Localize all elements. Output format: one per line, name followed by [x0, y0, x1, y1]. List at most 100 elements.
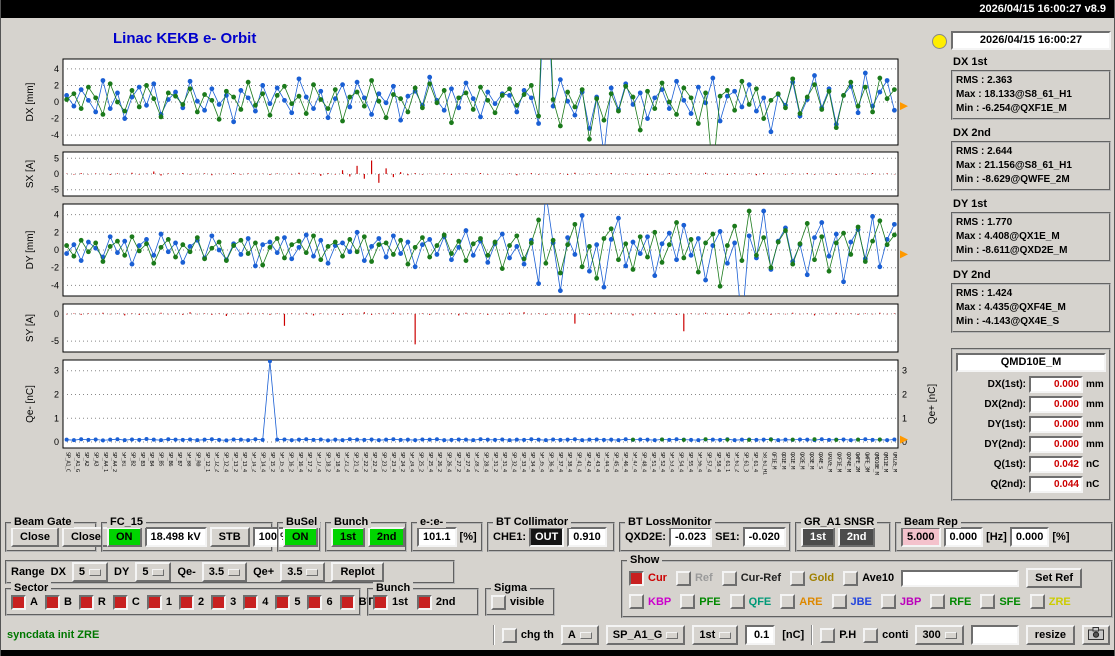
bpm-select[interactable]: SP_A1_G — [606, 625, 686, 645]
checkbox-jbe[interactable]: JBE — [832, 594, 872, 609]
monitor-panel: QMD10E_M DX(1st):0.000mm DX(2nd):0.000mm… — [951, 348, 1111, 501]
interval-select[interactable]: 300 — [915, 625, 963, 645]
busel-on-button[interactable]: ON — [283, 527, 318, 547]
timestamp-display: 2026/04/15 16:00:27 — [951, 31, 1111, 50]
checkbox-qfe[interactable]: QFE — [730, 594, 772, 609]
fc15-on-button[interactable]: ON — [107, 527, 142, 547]
checkbox-cur[interactable]: Cur — [629, 571, 667, 586]
svg-text:0: 0 — [54, 437, 59, 447]
replot-button[interactable]: Replot — [331, 562, 383, 582]
bpm-label: SP_61_2 — [733, 452, 739, 510]
checkbox-c[interactable]: C — [113, 595, 140, 610]
select-value: SP_A1_G — [613, 629, 663, 641]
checkbox-p-h[interactable]: P.H — [820, 628, 856, 643]
bpm-label: QM11E_M — [882, 452, 888, 510]
set-ref-button[interactable]: Set Ref — [1026, 568, 1082, 588]
bpm-label: SP_21_4 — [353, 452, 359, 510]
gr-a1-2nd-button[interactable]: 2nd — [838, 527, 876, 547]
bpm-label: SP_21_2 — [343, 452, 349, 510]
monitor-row-label: DY(1st): — [956, 419, 1026, 430]
fc15-kv-readout: 18.498 kV — [145, 527, 207, 547]
ratio-unit-label: [%] — [460, 531, 477, 543]
svg-text:0: 0 — [54, 309, 59, 319]
bpm-label: QMD10E_M — [873, 452, 879, 510]
bpm-label: SP_24_2 — [399, 452, 405, 510]
checkbox-2[interactable]: 2 — [179, 595, 204, 610]
ref-file-input[interactable] — [901, 570, 1019, 587]
busel-group: BuSel ON — [277, 522, 321, 552]
checkbox-box — [843, 571, 858, 586]
blank-field[interactable] — [971, 625, 1019, 645]
bunch-1st-button[interactable]: 1st — [331, 527, 365, 547]
range-qem-select[interactable]: 3.5 — [202, 562, 247, 582]
range-qep-select[interactable]: 3.5 — [280, 562, 325, 582]
checkbox-4[interactable]: 4 — [243, 595, 268, 610]
checkbox-chg-th[interactable]: chg th — [502, 628, 554, 643]
checkbox-1[interactable]: 1 — [147, 595, 172, 610]
checkbox-r[interactable]: R — [79, 595, 106, 610]
sector-select[interactable]: A — [561, 625, 599, 645]
monitor-row-value: 0.000 — [1029, 396, 1083, 413]
svg-text:Qe- [nC]: Qe- [nC] — [25, 385, 36, 423]
checkbox-5[interactable]: 5 — [275, 595, 300, 610]
fc15-stb-button[interactable]: STB — [210, 527, 250, 547]
bpm-label: SP_B8 — [185, 452, 191, 510]
checkbox-visible[interactable]: visible — [491, 595, 544, 610]
svg-text:5: 5 — [54, 153, 59, 163]
bpm-label: SP_27_2 — [455, 452, 461, 510]
checkbox-kbp[interactable]: KBP — [629, 594, 671, 609]
threshold-field[interactable]: 0.1 — [745, 625, 775, 645]
bunch-select[interactable]: 1st — [692, 625, 738, 645]
checkbox-label: visible — [510, 596, 544, 608]
checkbox-box — [113, 595, 128, 610]
checkbox-label: ARE — [799, 596, 822, 608]
checkbox-gold[interactable]: Gold — [790, 571, 834, 586]
resize-button[interactable]: resize — [1026, 625, 1075, 645]
monitor-row-value: 0.042 — [1029, 456, 1083, 473]
bpm-label: SP_24_4 — [408, 452, 414, 510]
snapshot-button[interactable] — [1082, 625, 1110, 645]
bpm-label: QXD2E_M — [826, 452, 832, 510]
beam-gate-close-1-button[interactable]: Close — [11, 527, 59, 547]
stat-rms: RMS : 2.644 — [956, 145, 1106, 159]
checkbox-zre[interactable]: ZRE — [1030, 594, 1071, 609]
bpm-label: SP_25_4 — [427, 452, 433, 510]
checkbox-label: conti — [882, 629, 908, 641]
bunch-bottom-group: Bunch 1st2nd — [367, 588, 479, 616]
checkbox-are[interactable]: ARE — [780, 594, 822, 609]
checkbox-jbp[interactable]: JBP — [881, 594, 921, 609]
checkbox-3[interactable]: 3 — [211, 595, 236, 610]
checkbox-sfe[interactable]: SFE — [980, 594, 1020, 609]
checkbox-ave10[interactable]: Ave10 — [843, 571, 894, 586]
checkbox-label: 6 — [326, 596, 332, 608]
checkbox-2nd[interactable]: 2nd — [417, 595, 456, 610]
checkbox-1st[interactable]: 1st — [373, 595, 408, 610]
monitor-row-label: Q(1st): — [956, 459, 1026, 470]
bottom-window-edge — [1, 650, 1115, 656]
checkbox-conti[interactable]: conti — [863, 628, 908, 643]
checkbox-rfe[interactable]: RFE — [930, 594, 971, 609]
range-dy-select[interactable]: 5 — [135, 562, 171, 582]
checkbox-6[interactable]: 6 — [307, 595, 332, 610]
checkbox-ref[interactable]: Ref — [676, 571, 713, 586]
bpm-label: QF1E_M — [771, 452, 777, 510]
svg-text:-4: -4 — [51, 130, 59, 140]
bpm-label: SP_57_4 — [706, 452, 712, 510]
bpm-label: SP_17_4 — [315, 452, 321, 510]
bpm-label: SP_28_2 — [473, 452, 479, 510]
titlebar-clock: 2026/04/15 16:00:27 v8.9 — [1, 0, 1115, 18]
checkbox-b[interactable]: B — [45, 595, 72, 610]
gr-a1-1st-button[interactable]: 1st — [801, 527, 835, 547]
qxd2e-label: QXD2E: — [625, 531, 666, 543]
bunch-2nd-button[interactable]: 2nd — [368, 527, 406, 547]
range-dx-select[interactable]: 5 — [72, 562, 108, 582]
bpm-label: SP_B5 — [158, 452, 164, 510]
bpm-label: SP_B1 — [120, 452, 126, 510]
se1-label: SE1: — [715, 531, 739, 543]
sector-group: Sector ABRC123456BT — [5, 588, 361, 616]
checkbox-a[interactable]: A — [11, 595, 38, 610]
checkbox-pfe[interactable]: PFE — [680, 594, 720, 609]
checkbox-label: 3 — [230, 596, 236, 608]
checkbox-cur-ref[interactable]: Cur-Ref — [722, 571, 781, 586]
checkbox-box — [417, 595, 432, 610]
